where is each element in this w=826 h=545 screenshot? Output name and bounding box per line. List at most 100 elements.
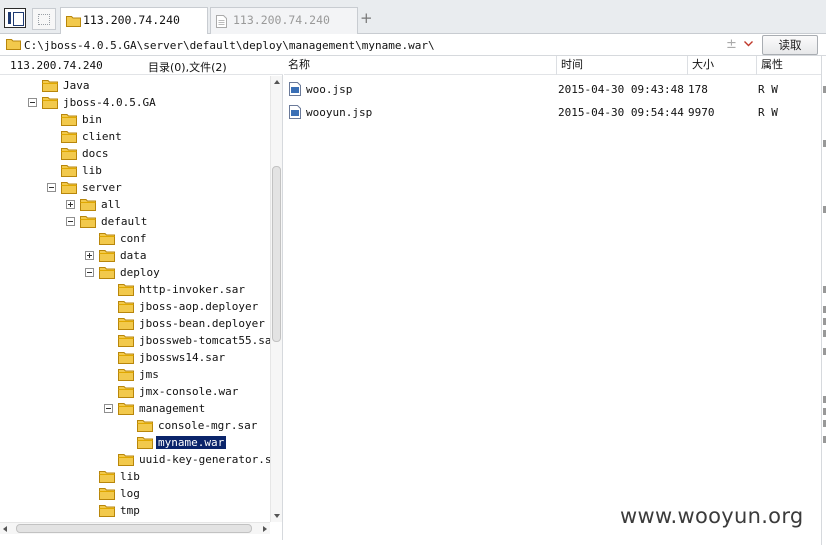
tree-node[interactable]: http-invoker.sar [0, 281, 270, 298]
tab-label: 113.200.74.240 [233, 13, 330, 27]
tree-node-label: tmp [120, 504, 140, 517]
tree-node[interactable]: server [0, 179, 270, 196]
folder-icon [80, 216, 96, 228]
tree-node[interactable]: data [0, 247, 270, 264]
tree-node-label: docs [82, 147, 109, 160]
scroll-down-icon[interactable] [274, 514, 280, 518]
tree-node[interactable]: myname.war [0, 434, 270, 451]
directory-panel: 113.200.74.240 目录(0),文件(2) Java jboss-4.0… [0, 56, 283, 540]
clipped-side-panel [821, 56, 826, 545]
tree-node[interactable]: jboss-bean.deployer [0, 315, 270, 332]
collapse-icon[interactable] [66, 217, 75, 226]
tree-node[interactable]: default [0, 213, 270, 230]
scroll-up-icon[interactable] [274, 80, 280, 84]
tree-node[interactable]: jbossws14.sar [0, 349, 270, 366]
directory-tree: Java jboss-4.0.5.GA bin client docs lib server… [0, 76, 270, 522]
file-attr: R W [758, 106, 778, 119]
tree-node-label: log [120, 487, 140, 500]
folder-icon [61, 165, 77, 177]
tab-bar: 113.200.74.240 113.200.74.240 + [0, 0, 826, 35]
folder-icon [61, 182, 77, 194]
collapse-icon[interactable] [85, 268, 94, 277]
tree-node-label: jboss-4.0.5.GA [63, 96, 156, 109]
tab-label: 113.200.74.240 [83, 13, 180, 27]
collapse-icon[interactable] [28, 98, 37, 107]
tree-node-label: jboss-aop.deployer [139, 300, 259, 313]
column-header-attr[interactable]: 属性 [756, 56, 821, 75]
tree-vertical-scrollbar[interactable] [270, 76, 282, 522]
folder-icon [42, 97, 58, 109]
tree-node-label: Java [63, 79, 90, 92]
scrollbar-thumb[interactable] [16, 524, 252, 533]
scroll-left-icon[interactable] [3, 526, 7, 532]
folder-icon [118, 454, 134, 466]
chevron-down-icon[interactable] [744, 39, 753, 48]
tree-node-label: jbossweb-tomcat55.sar [139, 334, 270, 347]
tree-node-label: jboss-bean.deployer [139, 317, 265, 330]
tree-node[interactable]: jms [0, 366, 270, 383]
tree-node-label: management [139, 402, 206, 415]
folder-icon [99, 267, 115, 279]
tree-node-label: myname.war [156, 436, 227, 449]
expand-icon[interactable] [85, 251, 94, 260]
folder-icon [118, 403, 134, 415]
tree-node-label: conf [120, 232, 147, 245]
tree-node[interactable]: uuid-key-generator.sar [0, 451, 270, 468]
tab-host-2[interactable]: 113.200.74.240 [210, 7, 358, 34]
read-button[interactable]: 读取 [762, 35, 818, 55]
tree-node-label: console-mgr.sar [158, 419, 258, 432]
tree-node[interactable]: jmx-console.war [0, 383, 270, 400]
tree-node[interactable]: tmp [0, 502, 270, 519]
tree-node[interactable]: jboss-4.0.5.GA [0, 94, 270, 111]
tree-node[interactable]: Java [0, 77, 270, 94]
tree-node[interactable]: lib [0, 468, 270, 485]
directory-counts: 目录(0),文件(2) [148, 61, 227, 74]
tree-node[interactable]: management [0, 400, 270, 417]
path-input[interactable] [24, 36, 760, 54]
tree-node[interactable]: client [0, 128, 270, 145]
panel-toggle-icon[interactable] [4, 8, 26, 28]
folder-icon [118, 301, 134, 313]
tree-node[interactable]: bin [0, 111, 270, 128]
path-plus-icon[interactable]: ± [726, 37, 737, 52]
tree-node[interactable]: docs [0, 145, 270, 162]
tree-node[interactable]: deploy [0, 264, 270, 281]
directory-header: 113.200.74.240 目录(0),文件(2) [0, 56, 283, 75]
tree-node-label: jmx-console.war [139, 385, 239, 398]
add-tab-button[interactable]: + [360, 9, 373, 27]
tree-node-label: default [101, 215, 148, 228]
tree-node[interactable]: log [0, 485, 270, 502]
tree-node-label: all [101, 198, 121, 211]
folder-icon [99, 471, 115, 483]
folder-icon [118, 386, 134, 398]
tab-host-1[interactable]: 113.200.74.240 [60, 7, 208, 35]
scroll-right-icon[interactable] [263, 526, 267, 532]
file-row[interactable]: wooyun.jsp 2015-04-30 09:54:44 9970 R W [284, 101, 821, 123]
folder-icon [61, 148, 77, 160]
folder-icon [118, 335, 134, 347]
tree-node[interactable]: lib [0, 162, 270, 179]
tree-node[interactable]: jbossweb-tomcat55.sar [0, 332, 270, 349]
tree-node-label: deploy [120, 266, 160, 279]
file-attr: R W [758, 83, 778, 96]
watermark: www.wooyun.org [620, 504, 804, 528]
collapse-icon[interactable] [104, 404, 113, 413]
column-header-name[interactable]: 名称 [284, 56, 556, 75]
tree-node-label: http-invoker.sar [139, 283, 245, 296]
tree-node[interactable]: jboss-aop.deployer [0, 298, 270, 315]
tree-node[interactable]: conf [0, 230, 270, 247]
tree-node[interactable]: console-mgr.sar [0, 417, 270, 434]
file-size: 178 [688, 83, 708, 96]
column-header-time[interactable]: 时间 [556, 56, 687, 75]
blank-tab-icon[interactable] [32, 8, 56, 30]
tree-node[interactable]: all [0, 196, 270, 213]
folder-icon [66, 16, 81, 27]
collapse-icon[interactable] [47, 183, 56, 192]
file-row[interactable]: woo.jsp 2015-04-30 09:43:48 178 R W [284, 78, 821, 100]
tree-horizontal-scrollbar[interactable] [0, 522, 270, 534]
expand-icon[interactable] [66, 200, 75, 209]
file-time: 2015-04-30 09:43:48 [558, 83, 684, 96]
scrollbar-thumb[interactable] [272, 166, 281, 342]
column-header-size[interactable]: 大小 [687, 56, 756, 75]
tree-node-label: data [120, 249, 147, 262]
